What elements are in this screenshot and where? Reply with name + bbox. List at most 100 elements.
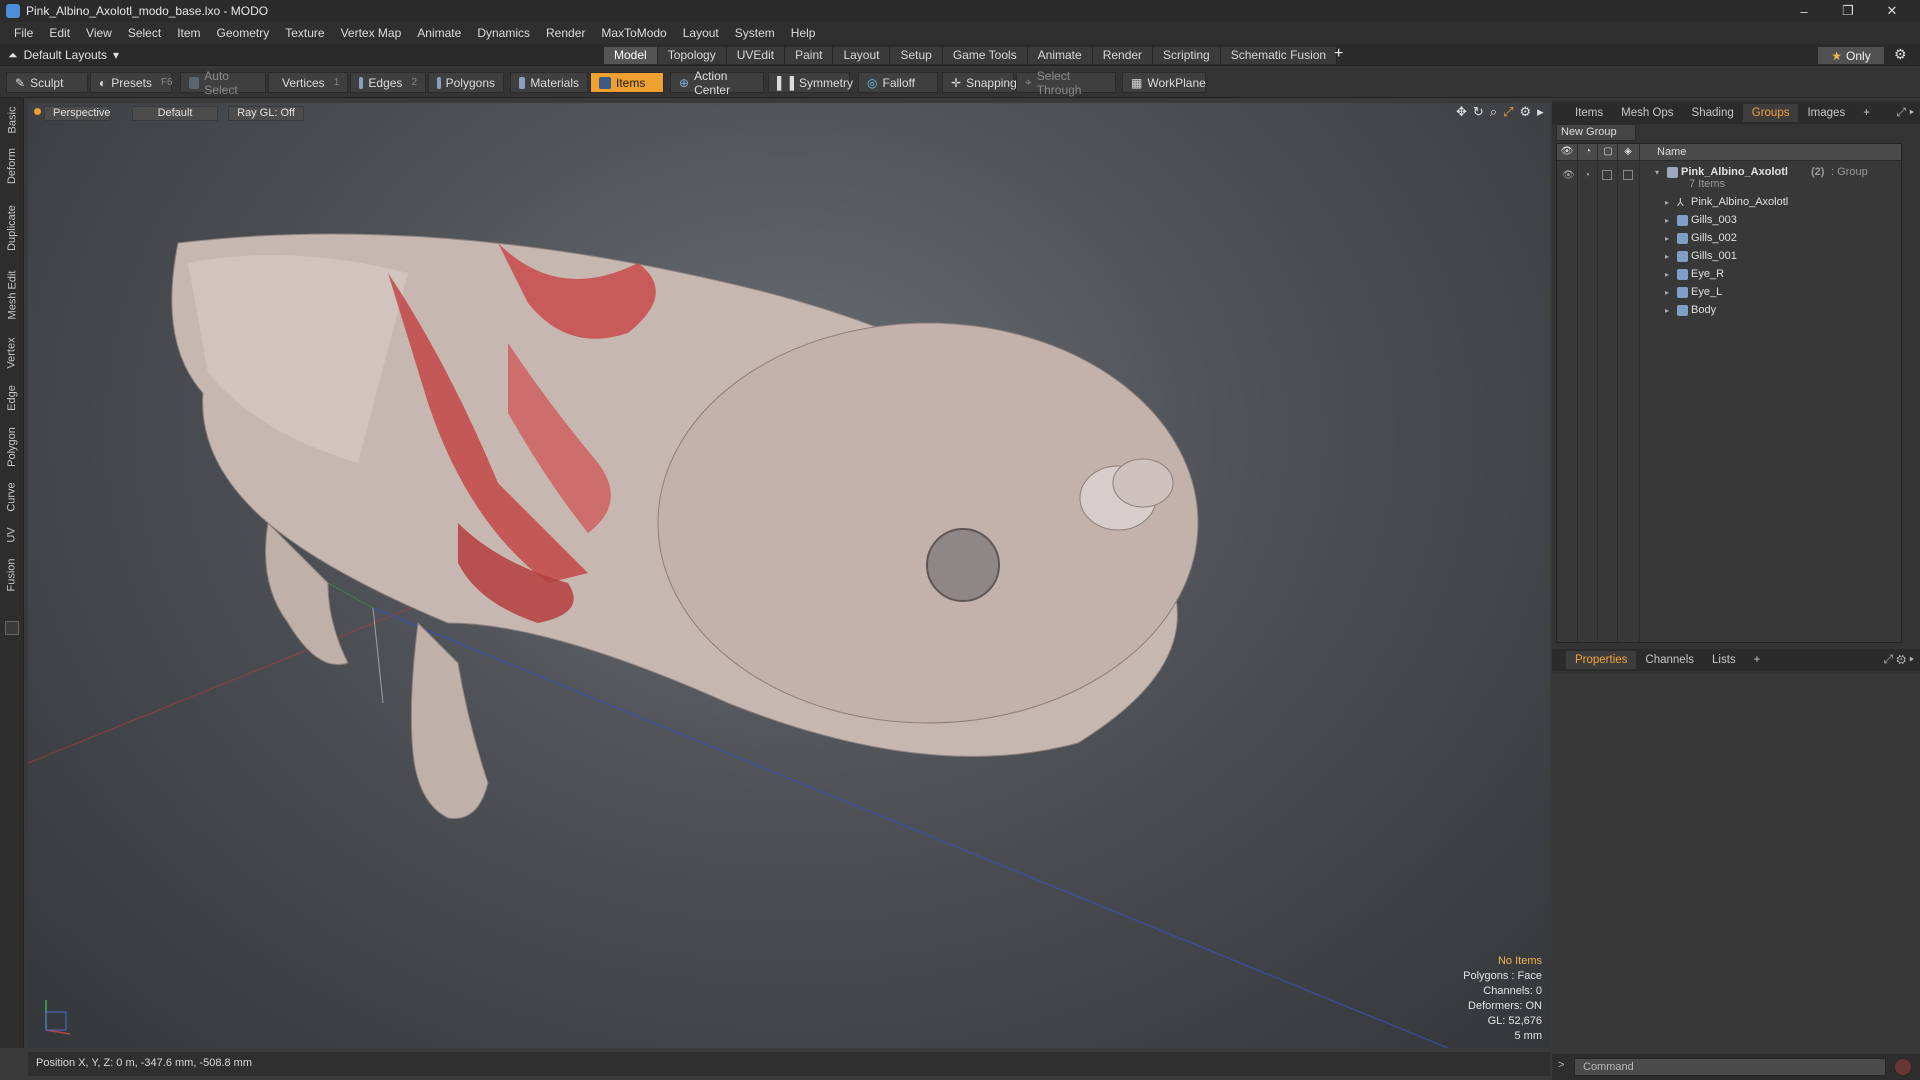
sculpt-button[interactable]: ✎ Sculpt bbox=[6, 72, 88, 93]
auto-select-button[interactable]: Auto Select bbox=[180, 69, 266, 97]
menu-dynamics[interactable]: Dynamics bbox=[469, 22, 538, 44]
viewport-menu-arrow-icon[interactable]: ▸ bbox=[1537, 104, 1544, 120]
group-member-row[interactable]: ▸ Gills_002 bbox=[1557, 230, 1901, 248]
menu-edit[interactable]: Edit bbox=[41, 22, 78, 44]
tab-images[interactable]: Images bbox=[1798, 104, 1854, 122]
vtab-duplicate[interactable]: Duplicate bbox=[0, 198, 24, 258]
tool-pin-button[interactable] bbox=[5, 621, 19, 635]
command-input[interactable]: Command bbox=[1574, 1058, 1886, 1076]
tab-animate[interactable]: Animate bbox=[1027, 47, 1093, 64]
group-member-row[interactable]: ▸ ⅄ Pink_Albino_Axolotl bbox=[1557, 194, 1901, 212]
workplane-button[interactable]: ▦ WorkPlane bbox=[1122, 72, 1206, 93]
tab-lists[interactable]: Lists bbox=[1703, 651, 1745, 669]
vtab-fusion[interactable]: Fusion bbox=[0, 554, 24, 596]
tab-uvedit[interactable]: UVEdit bbox=[726, 47, 786, 64]
collapse-arrow-icon[interactable]: ▾ bbox=[1655, 168, 1659, 177]
add-tab-icon[interactable]: + bbox=[1334, 45, 1343, 63]
falloff-button[interactable]: ◎ Falloff bbox=[858, 72, 938, 93]
tab-render[interactable]: Render bbox=[1092, 47, 1154, 64]
tab-scripting[interactable]: Scripting bbox=[1153, 47, 1221, 64]
visibility-eye-icon[interactable]: 👁 bbox=[1562, 170, 1575, 181]
shading-mode-button[interactable]: Default bbox=[132, 106, 218, 121]
restore-icon[interactable]: ❐ bbox=[1826, 0, 1870, 22]
pan-icon[interactable]: ✥ bbox=[1456, 104, 1467, 120]
vtab-uv[interactable]: UV bbox=[0, 522, 24, 548]
menu-view[interactable]: View bbox=[78, 22, 120, 44]
zoom-icon[interactable]: ⌕ bbox=[1490, 104, 1497, 120]
menu-select[interactable]: Select bbox=[120, 22, 169, 44]
minimize-icon[interactable]: – bbox=[1782, 0, 1826, 22]
gear-icon[interactable]: ⚙ bbox=[1894, 46, 1907, 63]
menu-item[interactable]: Item bbox=[169, 22, 208, 44]
panel-options-icon[interactable]: ⤢ ⚙ ▸ bbox=[1883, 652, 1914, 667]
lock-checkbox[interactable] bbox=[1602, 170, 1612, 180]
tab-schematic-fusion[interactable]: Schematic Fusion bbox=[1220, 47, 1338, 64]
tab-shading[interactable]: Shading bbox=[1683, 104, 1743, 122]
polygons-button[interactable]: Polygons bbox=[428, 72, 504, 93]
select-checkbox[interactable] bbox=[1623, 170, 1633, 180]
group-member-row[interactable]: ▸ Body bbox=[1557, 302, 1901, 320]
menu-help[interactable]: Help bbox=[783, 22, 824, 44]
tab-channels[interactable]: Channels bbox=[1636, 651, 1703, 669]
name-column-header[interactable]: Name bbox=[1657, 146, 1686, 158]
menu-layout[interactable]: Layout bbox=[675, 22, 727, 44]
select-header-icon[interactable]: ◈ bbox=[1621, 146, 1635, 159]
panel-expand-icon[interactable]: ⤢ ▸ bbox=[1896, 105, 1914, 120]
tab-properties[interactable]: Properties bbox=[1566, 651, 1637, 669]
lock-header-icon[interactable]: ▢ bbox=[1601, 146, 1615, 159]
group-member-row[interactable]: ▸ Gills_001 bbox=[1557, 248, 1901, 266]
tab-mesh-ops[interactable]: Mesh Ops bbox=[1612, 104, 1682, 122]
vtab-basic[interactable]: Basic bbox=[0, 104, 24, 136]
group-member-row[interactable]: ▸ Eye_L bbox=[1557, 284, 1901, 302]
presets-button[interactable]: ◐ Presets F6 bbox=[90, 72, 173, 93]
add-panel-tab-icon[interactable]: + bbox=[1854, 104, 1879, 122]
action-center-button[interactable]: ⊕ Action Center bbox=[670, 69, 764, 97]
menu-render[interactable]: Render bbox=[538, 22, 593, 44]
vtab-polygon[interactable]: Polygon bbox=[0, 422, 24, 472]
menu-file[interactable]: File bbox=[6, 22, 41, 44]
rotate-icon[interactable]: ↻ bbox=[1473, 104, 1484, 120]
materials-button[interactable]: Materials bbox=[510, 72, 588, 93]
tab-setup[interactable]: Setup bbox=[890, 47, 943, 64]
viewport-dot-icon[interactable] bbox=[34, 108, 41, 115]
tab-layout[interactable]: Layout bbox=[833, 47, 891, 64]
raygl-button[interactable]: Ray GL: Off bbox=[228, 106, 304, 121]
tab-groups[interactable]: Groups bbox=[1742, 104, 1799, 122]
visibility-header-icon[interactable]: 👁 bbox=[1560, 146, 1574, 159]
close-icon[interactable]: ✕ bbox=[1870, 0, 1914, 22]
menu-animate[interactable]: Animate bbox=[409, 22, 469, 44]
vtab-curve[interactable]: Curve bbox=[0, 478, 24, 516]
select-through-button[interactable]: ⌖ Select Through bbox=[1016, 69, 1116, 97]
group-member-row[interactable]: ▸ Gills_003 bbox=[1557, 212, 1901, 230]
new-group-button[interactable]: New Group bbox=[1556, 124, 1636, 141]
menu-vertex-map[interactable]: Vertex Map bbox=[333, 22, 410, 44]
vtab-mesh-edit[interactable]: Mesh Edit bbox=[0, 264, 24, 326]
menu-system[interactable]: System bbox=[727, 22, 783, 44]
group-row[interactable]: 👁 ◔ ▾ Pink_Albino_Axolotl (2) : Group 7 … bbox=[1557, 164, 1901, 192]
edges-button[interactable]: Edges 2 bbox=[350, 72, 426, 93]
render-header-icon[interactable]: ◔ bbox=[1581, 146, 1595, 159]
tab-topology[interactable]: Topology bbox=[657, 47, 727, 64]
vtab-edge[interactable]: Edge bbox=[0, 380, 24, 416]
fit-icon[interactable]: ⤢ bbox=[1503, 104, 1513, 120]
vtab-vertex[interactable]: Vertex bbox=[0, 332, 24, 374]
menu-geometry[interactable]: Geometry bbox=[209, 22, 278, 44]
3d-viewport[interactable]: No Items Polygons : Face Channels: 0 Def… bbox=[28, 103, 1550, 1048]
view-mode-button[interactable]: Perspective bbox=[44, 106, 110, 121]
vtab-deform[interactable]: Deform bbox=[0, 142, 24, 190]
group-member-row[interactable]: ▸ Eye_R bbox=[1557, 266, 1901, 284]
layouts-dropdown[interactable]: ⏶ Default Layouts ▾ bbox=[8, 47, 119, 63]
add-panel-tab-icon[interactable]: + bbox=[1745, 651, 1770, 669]
menu-maxtomodo[interactable]: MaxToModo bbox=[593, 22, 674, 44]
menu-texture[interactable]: Texture bbox=[277, 22, 332, 44]
viewport-gear-icon[interactable]: ⚙ bbox=[1520, 104, 1532, 120]
tab-items[interactable]: Items bbox=[1566, 104, 1612, 122]
only-toggle[interactable]: ★ Only bbox=[1818, 47, 1884, 64]
tab-game-tools[interactable]: Game Tools bbox=[942, 47, 1028, 64]
snapping-button[interactable]: ✛ Snapping bbox=[942, 72, 1017, 93]
vertices-button[interactable]: Vertices 1 bbox=[268, 72, 348, 93]
items-button[interactable]: Items bbox=[590, 72, 664, 93]
tab-paint[interactable]: Paint bbox=[785, 47, 834, 64]
command-record-button[interactable] bbox=[1894, 1058, 1912, 1076]
tab-model[interactable]: Model bbox=[604, 47, 658, 64]
